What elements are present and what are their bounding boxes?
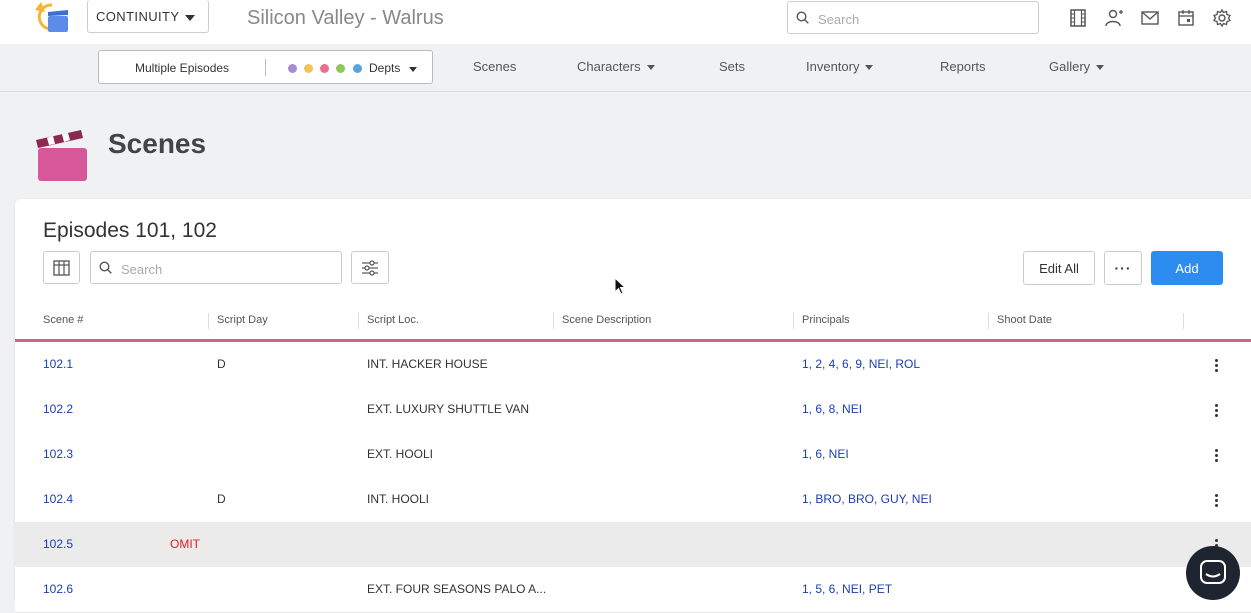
table-row[interactable]: 102.3 EXT. HOOLI 1, 6, NEI [15,432,1251,478]
column-divider[interactable] [1183,313,1184,329]
page-title: Scenes [108,128,207,159]
chevron-down-icon [409,67,417,72]
scene-number-link[interactable]: 102.2 [43,402,73,416]
nav-reports[interactable]: Reports [940,59,986,74]
chevron-down-icon [865,65,874,71]
script-day: D [217,357,226,371]
nav-sets[interactable]: Sets [719,59,745,74]
table-row[interactable]: 102.1 D INT. HACKER HOUSE 1, 2, 4, 6, 9,… [15,342,1251,388]
column-divider[interactable] [793,313,794,329]
scene-search[interactable] [90,251,342,284]
scene-number-link[interactable]: 102.6 [43,582,73,596]
dept-dot [288,64,297,73]
filter-button[interactable] [351,251,389,284]
column-divider[interactable] [208,313,209,329]
episode-dept-selector[interactable]: Multiple Episodes Depts [98,50,433,84]
nav-characters-label: Characters [577,59,641,74]
principals-link[interactable]: 1, 5, 6, NEI, PET [802,582,892,596]
row-menu-icon[interactable] [1215,404,1219,420]
column-divider[interactable] [553,313,554,329]
col-script-loc[interactable]: Script Loc. [367,314,419,326]
episode-selector-label[interactable]: Multiple Episodes [135,61,229,75]
script-location: EXT. FOUR SEASONS PALO A... [367,582,547,596]
col-script-day[interactable]: Script Day [217,314,268,326]
divider [265,59,266,76]
nav-gallery[interactable]: Gallery [1049,59,1105,74]
chevron-down-icon [1096,65,1105,71]
search-icon [99,261,112,274]
scenes-card: Episodes 101, 102 Edit All ··· Add Scene… [15,199,1251,613]
table-row[interactable]: 102.4 D INT. HOOLI 1, BRO, BRO, GUY, NEI [15,477,1251,523]
chevron-down-icon [646,65,655,71]
mouse-cursor-icon [614,277,626,295]
dept-dot [304,64,313,73]
more-options-button[interactable]: ··· [1104,251,1142,285]
column-divider[interactable] [358,313,359,329]
nav-inventory[interactable]: Inventory [806,59,874,74]
top-bar: CONTINUITY Silicon Valley - Walrus [0,0,1251,44]
column-divider[interactable] [988,313,989,329]
scene-number-link[interactable]: 102.4 [43,492,73,506]
continuity-logo-icon[interactable] [33,0,71,34]
depts-label[interactable]: Depts [369,61,400,75]
principals-link[interactable]: 1, 6, 8, NEI [802,402,862,416]
script-day: D [217,492,226,506]
scene-search-input[interactable] [119,258,333,280]
columns-button[interactable] [43,251,80,284]
principals-link[interactable]: 1, 2, 4, 6, 9, NEI, ROL [802,357,920,371]
add-scene-button[interactable]: Add [1151,251,1223,285]
scene-number-link[interactable]: 102.1 [43,357,73,371]
product-dropdown[interactable]: CONTINUITY [87,0,209,33]
global-search[interactable] [787,1,1039,34]
col-scene-number[interactable]: Scene # [43,314,83,326]
film-strip-icon[interactable] [1068,8,1088,28]
add-user-icon[interactable] [1104,8,1124,28]
table-row[interactable]: 102.2 EXT. LUXURY SHUTTLE VAN 1, 6, 8, N… [15,387,1251,433]
table-header: Scene # Script Day Script Loc. Scene Des… [15,309,1251,342]
col-shoot-date[interactable]: Shoot Date [997,314,1052,326]
calendar-icon[interactable] [1176,8,1196,28]
nav-inventory-label: Inventory [806,59,860,74]
row-menu-icon[interactable] [1215,449,1219,465]
dept-dot [336,64,345,73]
scene-number-link[interactable]: 102.5 [43,537,73,551]
chevron-down-icon [185,15,195,21]
principals-link[interactable]: 1, 6, NEI [802,447,849,461]
table-row[interactable]: 102.6 EXT. FOUR SEASONS PALO A... 1, 5, … [15,567,1251,613]
dept-dot [320,64,329,73]
script-location: EXT. LUXURY SHUTTLE VAN [367,402,530,416]
col-principals[interactable]: Principals [802,314,850,326]
episodes-title: Episodes 101, 102 [43,219,217,242]
global-search-input[interactable] [816,8,1030,30]
show-title: Silicon Valley - Walrus [247,7,444,29]
row-menu-icon[interactable] [1215,494,1219,510]
nav-gallery-label: Gallery [1049,59,1091,74]
mail-icon[interactable] [1140,8,1160,28]
sliders-icon [362,260,378,276]
product-label: CONTINUITY [96,9,180,24]
script-location: EXT. HOOLI [367,447,434,461]
search-icon [796,11,809,24]
table-row-omitted[interactable]: 102.5 OMIT [15,522,1251,568]
nav-scenes[interactable]: Scenes [473,59,516,74]
dept-dot [353,64,362,73]
scene-number-link[interactable]: 102.3 [43,447,73,461]
principals-link[interactable]: 1, BRO, BRO, GUY, NEI [802,492,932,506]
gear-icon[interactable] [1212,8,1232,28]
script-location: INT. HOOLI [367,492,430,506]
row-menu-icon[interactable] [1215,359,1219,375]
nav-characters[interactable]: Characters [577,59,655,74]
edit-all-button[interactable]: Edit All [1023,251,1095,285]
omit-badge: OMIT [170,537,200,551]
col-scene-description[interactable]: Scene Description [562,314,651,326]
script-location: INT. HACKER HOUSE [367,357,488,371]
clapperboard-icon [36,130,87,181]
columns-icon [53,260,70,276]
main-nav: Multiple Episodes Depts Scenes Character… [0,44,1251,92]
